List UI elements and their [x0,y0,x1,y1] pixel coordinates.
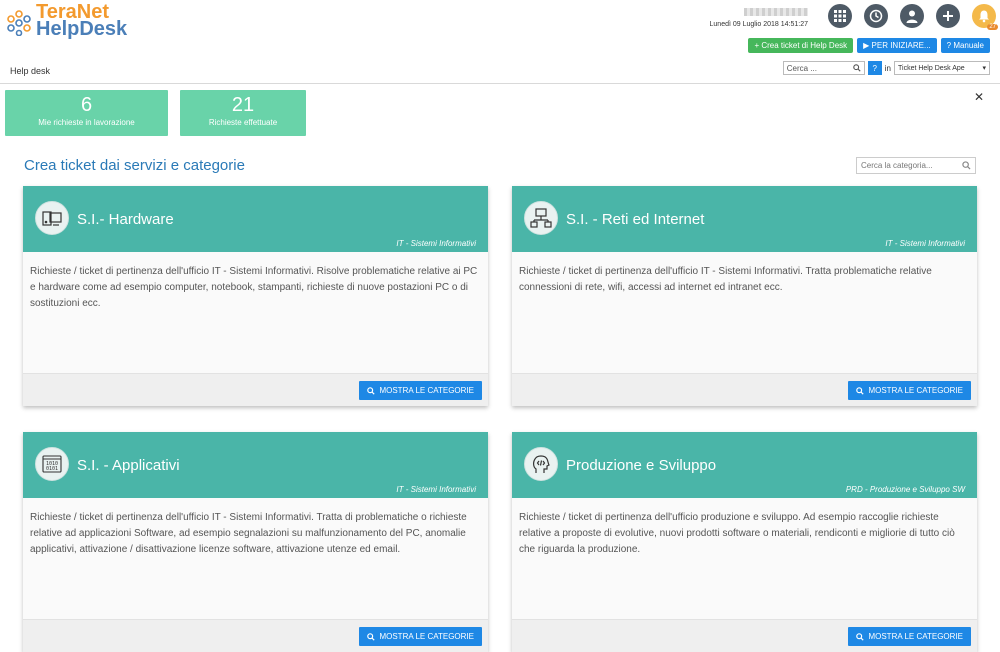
card-icon-wrap [524,447,558,481]
logo-mark-icon [7,10,31,36]
search-scope-select[interactable]: Ticket Help Desk Ape ▾ [894,61,990,75]
category-search-placeholder: Cerca la categoria... [861,161,933,170]
show-categories-label: MOSTRA LE CATEGORIE [868,632,963,641]
card-subtitle: IT - Sistemi Informativi [396,485,476,494]
show-categories-button[interactable]: MOSTRA LE CATEGORIE [359,627,482,646]
search-scope-value: Ticket Help Desk Ape [898,64,965,72]
search-icon [856,386,865,395]
card-footer: MOSTRA LE CATEGORIE [23,373,488,406]
show-categories-button[interactable]: MOSTRA LE CATEGORIE [848,381,971,400]
card-title: S.I. - Reti ed Internet [566,211,705,228]
header: TeraNet HelpDesk Lunedì 09 Luglio 2018 1… [0,0,1000,84]
search-in-label: in [884,63,891,73]
service-card-network: S.I. - Reti ed Internet IT - Sistemi Inf… [512,186,977,406]
card-icon-wrap: 1010 0101 [35,447,69,481]
network-icon [530,208,552,228]
card-footer: MOSTRA LE CATEGORIE [23,619,488,652]
notification-count-badge: 27 [987,24,998,30]
search-icon [853,64,861,72]
card-footer: MOSTRA LE CATEGORIE [512,373,977,406]
card-footer: MOSTRA LE CATEGORIE [512,619,977,652]
grid-icon [834,10,846,22]
stat-total-requests[interactable]: 21 Richieste effettuate [180,90,306,136]
dropdown-arrow-icon: ▾ [982,65,986,72]
search-input[interactable]: Cerca ... [782,61,865,75]
search-icon [962,161,971,170]
card-header: 1010 0101 S.I. - Applicativi IT - Sistem… [23,432,488,498]
card-title: S.I. - Applicativi [77,457,180,474]
get-started-button[interactable]: ▶ PER INIZIARE... [857,38,937,53]
card-title: Produzione e Sviluppo [566,457,717,474]
card-description: Richieste / ticket di pertinenza dell'uf… [519,512,955,555]
section-title: Crea ticket dai servizi e categorie [24,157,245,174]
card-icon-wrap [524,201,558,235]
show-categories-button[interactable]: MOSTRA LE CATEGORIE [848,627,971,646]
apps-grid-button[interactable] [828,4,852,28]
service-card-applications: 1010 0101 S.I. - Applicativi IT - Sistem… [23,432,488,652]
show-categories-label: MOSTRA LE CATEGORIE [379,386,474,395]
datetime: Lunedì 09 Luglio 2018 14:51:27 [709,21,808,28]
stat-label: Richieste effettuate [208,118,278,127]
stat-value: 6 [80,94,93,116]
search-icon [367,632,376,641]
search-bar: Cerca ... ? in Ticket Help Desk Ape ▾ [782,61,990,75]
stat-in-progress[interactable]: 6 Mie richieste in lavorazione [5,90,168,136]
binary-code-icon: 1010 0101 [42,455,62,473]
card-subtitle: IT - Sistemi Informativi [885,239,965,248]
add-button[interactable] [936,4,960,28]
search-placeholder: Cerca ... [786,63,817,73]
show-categories-button[interactable]: MOSTRA LE CATEGORIE [359,381,482,400]
logo-line2: HelpDesk [36,18,128,40]
history-icon [869,9,883,23]
card-subtitle: PRD - Produzione e Sviluppo SW [845,485,965,494]
logo[interactable]: TeraNet HelpDesk [6,2,146,40]
show-categories-label: MOSTRA LE CATEGORIE [868,386,963,395]
close-icon[interactable]: ✕ [974,90,984,104]
plus-icon [943,11,953,21]
manual-button[interactable]: ? Manuale [940,38,990,53]
search-help-button[interactable]: ? [867,61,882,75]
bell-icon [979,10,989,23]
username-blurred [744,8,808,16]
card-description: Richieste / ticket di pertinenza dell'uf… [30,512,467,555]
card-subtitle: IT - Sistemi Informativi [396,239,476,248]
stat-label: Mie richieste in lavorazione [38,118,135,127]
user-info: Lunedì 09 Luglio 2018 14:51:27 [710,8,808,28]
user-icon [906,10,918,23]
service-card-hardware: S.I.- Hardware IT - Sistemi Informativi … [23,186,488,406]
profile-button[interactable] [900,4,924,28]
breadcrumb[interactable]: Help desk [10,66,50,76]
card-header: Produzione e Sviluppo PRD - Produzione e… [512,432,977,498]
card-title: S.I.- Hardware [77,211,174,228]
show-categories-label: MOSTRA LE CATEGORIE [379,632,474,641]
card-header: S.I.- Hardware IT - Sistemi Informativi [23,186,488,252]
card-description: Richieste / ticket di pertinenza dell'uf… [519,266,932,293]
svg-text:0101: 0101 [46,466,58,472]
card-icon-wrap [35,201,69,235]
category-search-input[interactable]: Cerca la categoria... [856,157,976,174]
service-card-development: Produzione e Sviluppo PRD - Produzione e… [512,432,977,652]
card-description: Richieste / ticket di pertinenza dell'uf… [30,266,478,309]
notifications-button[interactable]: 27 [972,4,998,30]
header-buttons: + Crea ticket di Help Desk ▶ PER INIZIAR… [748,38,990,53]
stat-value: 21 [231,94,255,116]
top-icons: 27 [828,4,998,30]
card-header: S.I. - Reti ed Internet IT - Sistemi Inf… [512,186,977,252]
logo-text: TeraNet HelpDesk [36,2,128,40]
history-button[interactable] [864,4,888,28]
computer-hardware-icon [42,211,62,226]
create-ticket-button[interactable]: + Crea ticket di Help Desk [748,38,854,53]
search-icon [367,386,376,395]
search-icon [856,632,865,641]
developer-head-icon [533,455,550,473]
